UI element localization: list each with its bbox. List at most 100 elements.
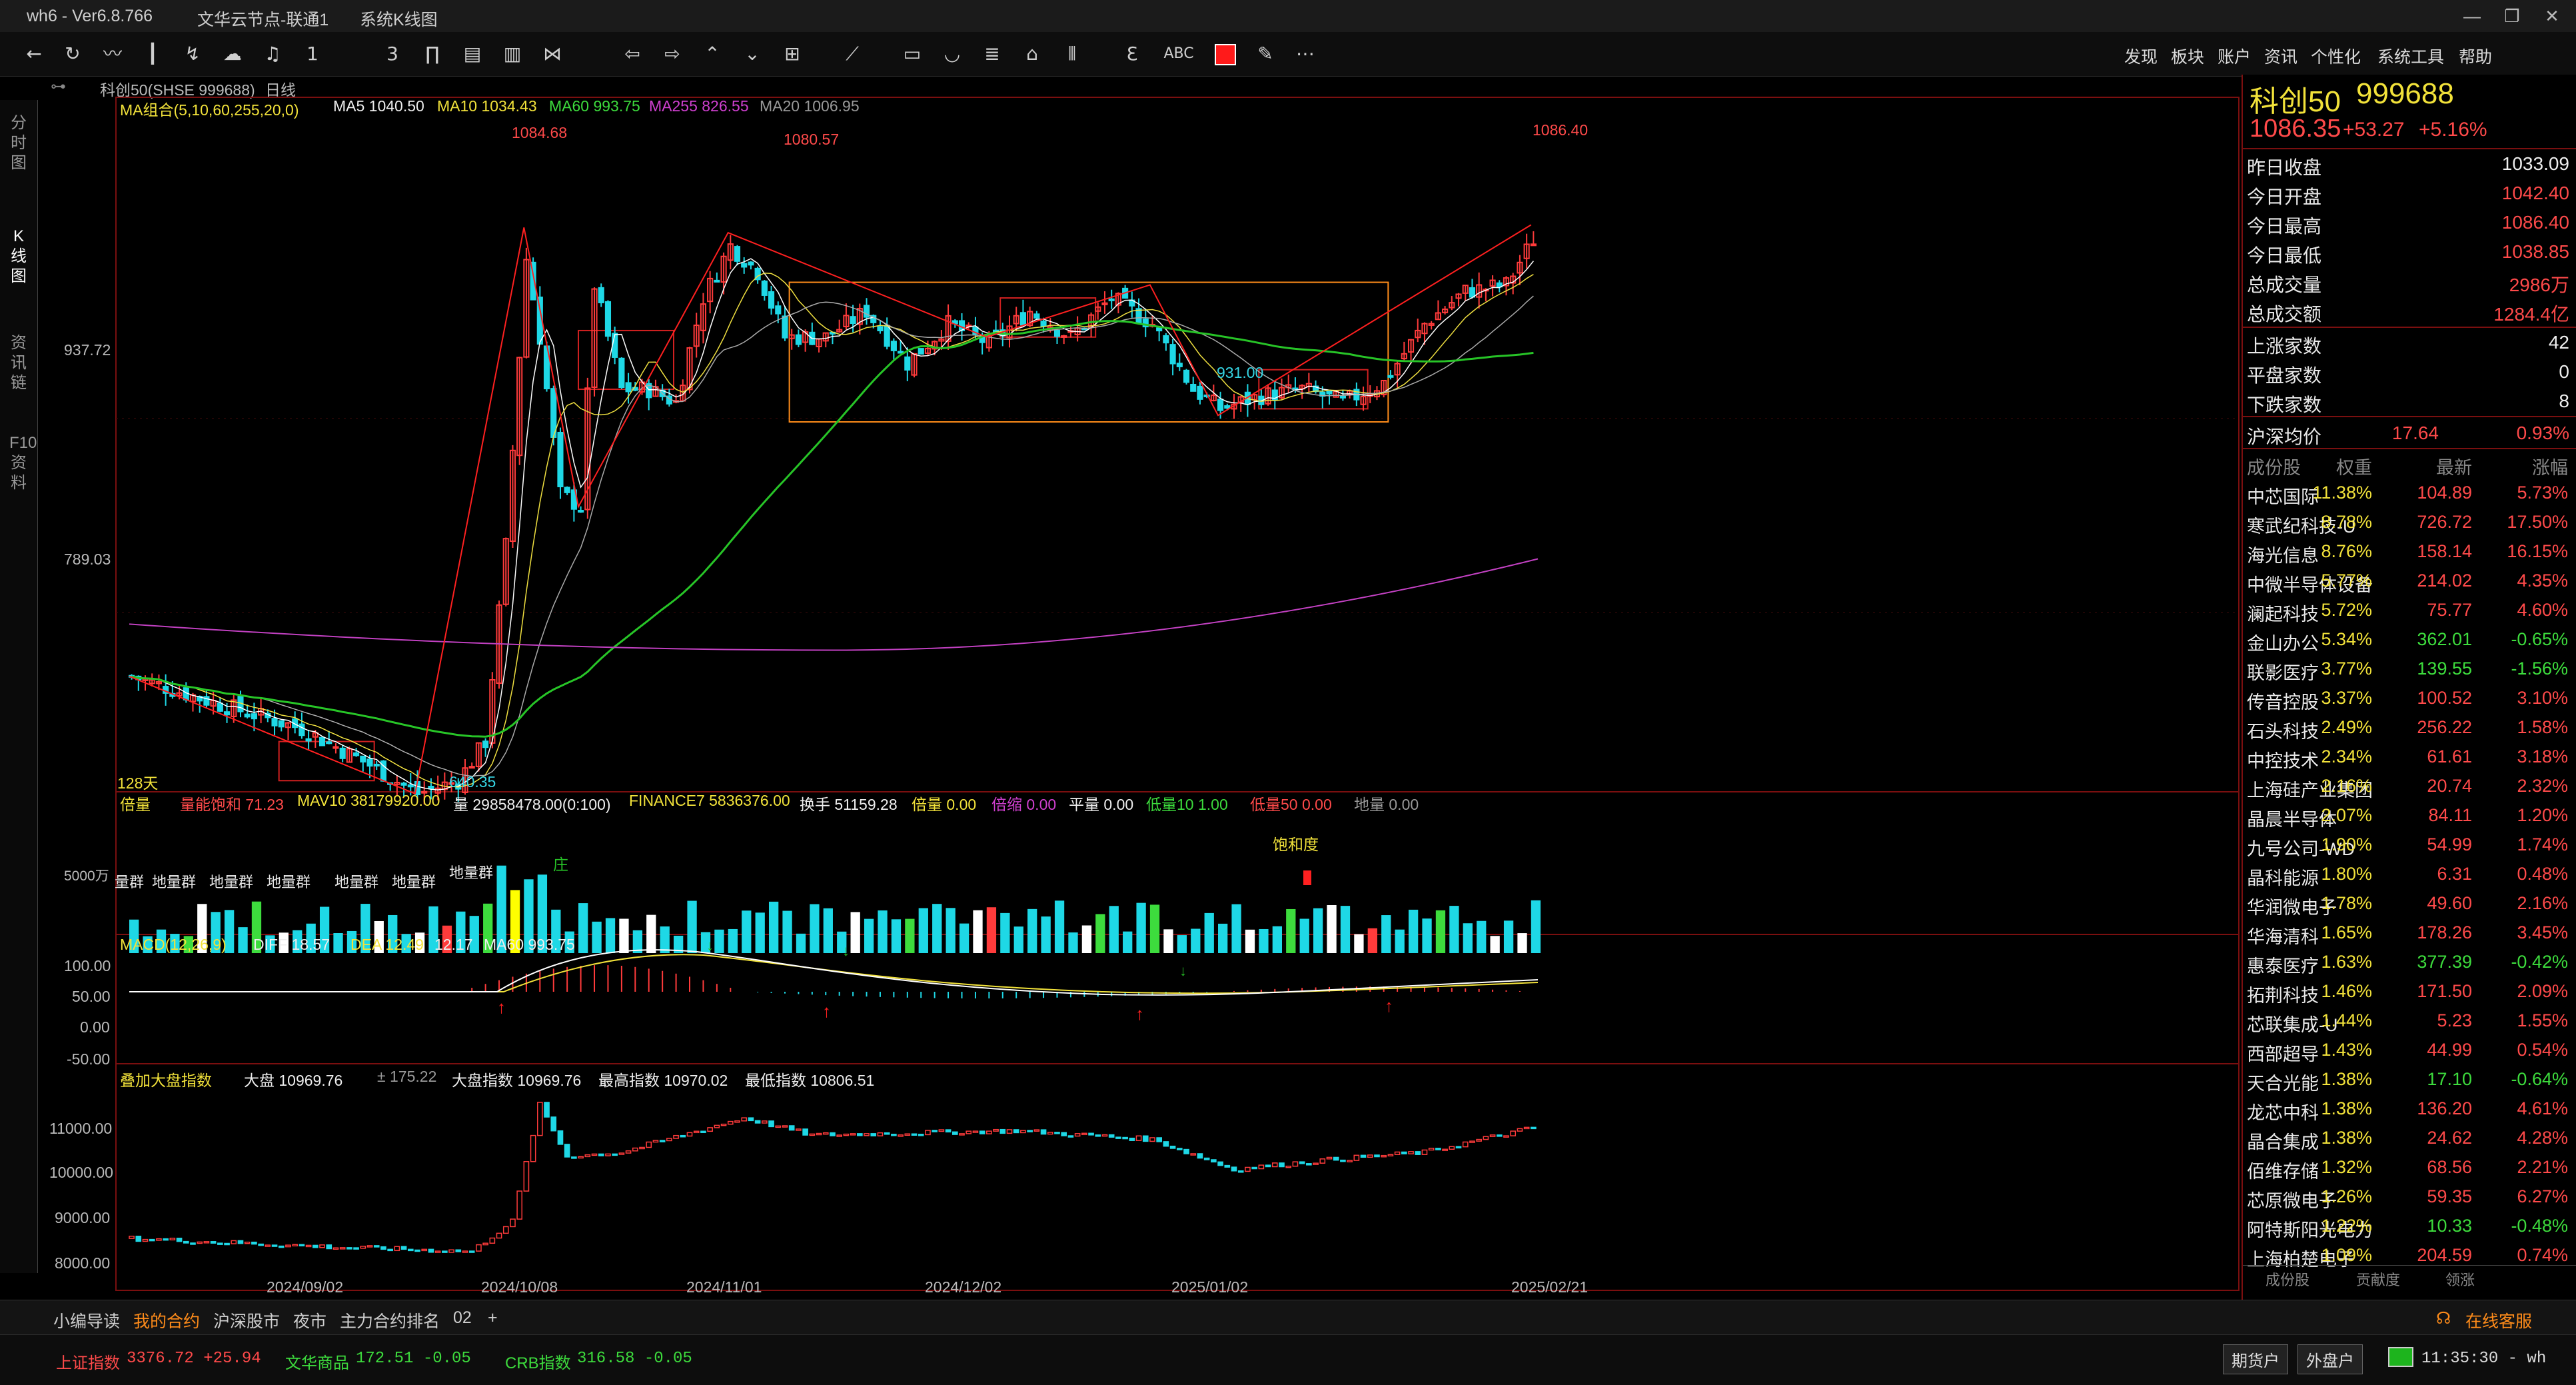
bars-icon[interactable]: ⫴ <box>1057 40 1087 68</box>
arc-icon[interactable]: ◡ <box>937 40 967 68</box>
expand-icon[interactable]: ⋈ <box>537 40 568 68</box>
component-row[interactable]: 佰维存储 1.32% 68.56 2.21% <box>2247 1153 2572 1182</box>
num1-icon[interactable]: 1 <box>297 40 328 68</box>
ruler-icon[interactable]: ≣ <box>977 40 1007 68</box>
eraser-icon[interactable]: ✎ <box>1250 40 1281 68</box>
macd-indicator-select[interactable]: MACD(12,26,9) <box>120 936 227 954</box>
component-row[interactable]: 传音控股 3.37% 100.52 3.10% <box>2247 684 2572 713</box>
index-candle <box>353 1247 359 1250</box>
component-row[interactable]: 阿特斯阳光电力 1.22% 10.33 -0.48% <box>2247 1212 2572 1241</box>
season-icon[interactable]: ▤ <box>457 40 488 68</box>
component-row[interactable]: 中控技术 2.34% 61.61 3.18% <box>2247 742 2572 772</box>
tab-intraday[interactable]: 分时图 <box>9 113 28 173</box>
sh-index-name[interactable]: 上证指数 <box>56 1350 120 1373</box>
component-row[interactable]: 惠泰医疗 1.63% 377.39 -0.42% <box>2247 948 2572 977</box>
col-price[interactable]: 最新 <box>2436 453 2472 479</box>
arrow-left-icon[interactable]: ⇦ <box>617 40 648 68</box>
col-change[interactable]: 涨幅 <box>2532 453 2568 479</box>
minimize-button[interactable]: — <box>2452 4 2492 28</box>
component-row[interactable]: 芯原微电子 1.26% 59.35 6.27% <box>2247 1182 2572 1212</box>
kline-chart[interactable]: ↑ ↑ ↑ ↑↓ ↓↓ <box>37 93 2240 1300</box>
menu-account[interactable]: 账户 <box>2218 44 2251 68</box>
component-row[interactable]: 海光信息 8.76% 158.14 16.15% <box>2247 537 2572 567</box>
tab-news-chain[interactable]: 资讯链 <box>9 333 28 393</box>
component-row[interactable]: 华海清科 1.65% 178.26 3.45% <box>2247 918 2572 948</box>
panel-tab-leaders[interactable]: 领涨 <box>2445 1268 2475 1290</box>
rect-icon[interactable]: ▭ <box>897 40 928 68</box>
arrow-down-icon[interactable]: ⌄ <box>737 40 768 68</box>
candle-body <box>1387 375 1394 378</box>
restore-button[interactable]: ❐ <box>2492 4 2532 28</box>
num3-icon[interactable]: 3 <box>377 40 408 68</box>
menu-tools[interactable]: 系统工具 <box>2377 44 2444 68</box>
more-icon[interactable]: ⋯ <box>1290 40 1321 68</box>
panel-tab-components[interactable]: 成份股 <box>2265 1268 2309 1290</box>
refresh-icon[interactable]: ↻ <box>57 40 88 68</box>
cloud-icon[interactable]: ☁ <box>217 40 248 68</box>
futures-account-button[interactable]: 期货户 <box>2223 1344 2288 1374</box>
period-icon[interactable]: ∏ <box>417 40 448 68</box>
col-weight[interactable]: 权重 <box>2336 453 2372 479</box>
arrow-up-icon[interactable]: ⌃ <box>697 40 728 68</box>
component-row[interactable]: 拓荆科技 1.46% 171.50 2.09% <box>2247 977 2572 1006</box>
index-overlay-select[interactable]: 叠加大盘指数 <box>120 1068 212 1090</box>
tab-shsz-stocks[interactable]: 沪深股市 <box>213 1308 280 1332</box>
finance7-label: FINANCE7 5836376.00 <box>629 792 790 809</box>
tab-night-market[interactable]: 夜市 <box>293 1308 326 1332</box>
volume-bar <box>1027 908 1037 953</box>
component-row[interactable]: 龙芯中科 1.38% 136.20 4.61% <box>2247 1094 2572 1124</box>
component-row[interactable]: 石头科技 2.49% 256.22 1.58% <box>2247 713 2572 742</box>
component-row[interactable]: 芯联集成-U 1.44% 5.23 1.55% <box>2247 1006 2572 1036</box>
tab-f10[interactable]: F10资料 <box>9 433 37 493</box>
crosshair-icon[interactable]: ⊞ <box>777 40 808 68</box>
component-row[interactable]: 天合光能 1.38% 17.10 -0.64% <box>2247 1065 2572 1094</box>
candle-icon[interactable]: ┃ <box>137 40 168 68</box>
tab-kline[interactable]: K线图 <box>9 227 28 287</box>
arrow-right-icon[interactable]: ⇨ <box>657 40 688 68</box>
component-row[interactable]: 寒武纪科技-U 8.78% 726.72 17.50% <box>2247 508 2572 537</box>
component-row[interactable]: 九号公司-WD 1.90% 54.99 1.74% <box>2247 830 2572 860</box>
component-row[interactable]: 澜起科技 5.72% 75.77 4.60% <box>2247 596 2572 625</box>
component-row[interactable]: 西部超导 1.43% 44.99 0.54% <box>2247 1036 2572 1065</box>
text-e-icon[interactable]: Ɛ <box>1117 40 1147 68</box>
tab-main-contract-rank[interactable]: 主力合约排名 <box>340 1308 440 1332</box>
abc-icon[interactable]: ABC <box>1163 40 1194 68</box>
component-row[interactable]: 上海硅产业集团 2.16% 20.74 2.32% <box>2247 772 2572 801</box>
index-candle <box>571 1156 577 1159</box>
line-icon[interactable]: 〰 <box>97 40 128 68</box>
online-service-link[interactable]: 在线客服 <box>2465 1308 2532 1332</box>
crb-index-name[interactable]: CRB指数 <box>505 1350 571 1373</box>
component-row[interactable]: 中芯国际 11.38% 104.89 5.73% <box>2247 479 2572 508</box>
component-row[interactable]: 华润微电子 1.78% 49.60 2.16% <box>2247 889 2572 918</box>
back-icon[interactable]: ← <box>19 40 49 68</box>
draw-line-icon[interactable]: ⟋ <box>837 40 868 68</box>
headset-icon[interactable]: ☊ <box>2436 1308 2451 1328</box>
menu-discover[interactable]: 发现 <box>2124 44 2158 68</box>
menu-sector[interactable]: 板块 <box>2171 44 2204 68</box>
home-icon[interactable]: ⌂ <box>1017 40 1047 68</box>
component-row[interactable]: 晶合集成 1.38% 24.62 4.28% <box>2247 1124 2572 1153</box>
tick-icon[interactable]: ↯ <box>177 40 208 68</box>
menu-help[interactable]: 帮助 <box>2459 44 2492 68</box>
foreign-account-button[interactable]: 外盘户 <box>2297 1344 2363 1374</box>
component-row[interactable]: 联影医疗 3.77% 139.55 -1.56% <box>2247 655 2572 684</box>
tab-editor-guide[interactable]: 小编导读 <box>53 1308 120 1332</box>
tab-02[interactable]: 02 <box>453 1308 472 1328</box>
year-icon[interactable]: ▥ <box>497 40 528 68</box>
panel-tab-contribution[interactable]: 贡献度 <box>2356 1268 2400 1290</box>
component-row[interactable]: 晶晨半导体 2.07% 84.11 1.20% <box>2247 801 2572 830</box>
volume-indicator-select[interactable]: 倍量 <box>120 792 151 814</box>
close-button[interactable]: ✕ <box>2532 4 2572 28</box>
component-row[interactable]: 晶科能源 1.80% 6.31 0.48% <box>2247 860 2572 889</box>
wh-index-name[interactable]: 文华商品 <box>285 1350 349 1373</box>
ma-group-label[interactable]: MA组合(5,10,60,255,20,0) <box>120 97 299 120</box>
menu-news[interactable]: 资讯 <box>2264 44 2297 68</box>
menu-personalize[interactable]: 个性化 <box>2311 44 2361 68</box>
link-icon[interactable]: ⊶ <box>51 77 66 95</box>
component-row[interactable]: 中微半导体设备 5.77% 214.02 4.35% <box>2247 567 2572 596</box>
bell-icon[interactable]: ♫ <box>257 40 288 68</box>
component-row[interactable]: 金山办公 5.34% 362.01 -0.65% <box>2247 625 2572 655</box>
add-tab-button[interactable]: + <box>488 1308 498 1328</box>
color-icon[interactable] <box>1210 40 1241 68</box>
tab-my-contracts[interactable]: 我的合约 <box>133 1308 200 1332</box>
